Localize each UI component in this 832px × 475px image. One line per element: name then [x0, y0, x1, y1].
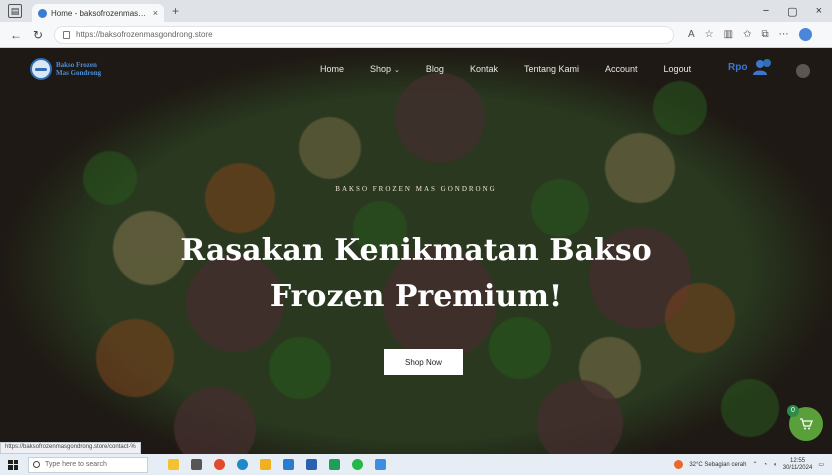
- notifications-icon[interactable]: ▭: [818, 461, 824, 468]
- system-tray: 32°C Sebagian cerah ⌃ ◔ ◖ 12:55 30/11/20…: [674, 458, 824, 472]
- hero-headline-line2: Frozen Premium!: [269, 279, 563, 314]
- app-icon[interactable]: [283, 459, 294, 470]
- status-bar-url: https://baksofrozenmasgondrong.store/con…: [0, 442, 141, 454]
- volume-icon[interactable]: ◖: [773, 462, 777, 468]
- hero-eyebrow: BAKSO FROZEN MAS GONDRONG: [335, 185, 497, 193]
- favorite-star-icon[interactable]: ☆: [705, 29, 714, 40]
- menu-item-kontak[interactable]: Kontak: [470, 64, 498, 74]
- browser-tab-strip: ▤ Home - baksofrozenmasgondrong × + − ▢ …: [0, 0, 832, 22]
- weather-icon: [674, 460, 684, 469]
- menu-item-account[interactable]: Account: [605, 64, 638, 74]
- menu-item-shop-label: Shop: [370, 64, 392, 74]
- task-view-icon[interactable]: [191, 459, 202, 470]
- whatsapp-icon[interactable]: [352, 459, 363, 470]
- logo-line1: Bakso Frozen: [56, 61, 97, 69]
- favorites-icon[interactable]: ✩: [743, 29, 751, 40]
- user-name[interactable]: Rpo: [728, 62, 747, 73]
- logo-mark-icon: [30, 58, 52, 80]
- cart-count-badge: 0: [787, 405, 799, 417]
- file-explorer-icon[interactable]: [260, 459, 271, 470]
- floating-cart-button[interactable]: 0: [787, 405, 823, 441]
- logo-line2: Mas Gondrong: [56, 69, 102, 77]
- collections-icon[interactable]: ⧉: [761, 29, 768, 40]
- tab-close-icon[interactable]: ×: [153, 8, 158, 18]
- taskbar-search-placeholder: Type here to search: [45, 461, 107, 468]
- url-text: https://baksofrozenmasgondrong.store: [76, 30, 213, 39]
- menu-item-home[interactable]: Home: [320, 64, 344, 74]
- split-screen-icon[interactable]: ▥: [724, 29, 733, 40]
- app-icon[interactable]: [375, 459, 386, 470]
- menu-item-tentang-kami[interactable]: Tentang Kami: [524, 64, 579, 74]
- clock-time: 12:55: [790, 457, 806, 464]
- menu-item-shop[interactable]: Shop ⌄: [370, 64, 400, 74]
- close-window-button[interactable]: ×: [816, 5, 822, 18]
- main-menu: Home Shop ⌄ Blog Kontak Tentang Kami Acco…: [320, 48, 717, 90]
- browser-tab[interactable]: Home - baksofrozenmasgondrong ×: [32, 4, 164, 22]
- new-tab-button[interactable]: +: [172, 4, 179, 18]
- web-page: Bakso Frozen Mas Gondrong Home Shop ⌄ Blo…: [0, 48, 832, 454]
- lock-icon: [63, 30, 70, 39]
- mail-icon[interactable]: [306, 459, 317, 470]
- app-icon[interactable]: [214, 459, 225, 470]
- app-icon[interactable]: [329, 459, 340, 470]
- read-aloud-icon[interactable]: A: [688, 29, 695, 40]
- shop-now-button[interactable]: Shop Now: [384, 349, 463, 375]
- menu-item-blog[interactable]: Blog: [426, 64, 444, 74]
- network-icon[interactable]: ◔: [763, 462, 767, 468]
- chevron-down-icon: ⌄: [394, 67, 400, 74]
- tray-chevron-icon[interactable]: ⌃: [752, 461, 757, 468]
- hero-headline-line1: Rasakan Kenikmatan Bakso: [180, 233, 652, 268]
- profile-avatar-icon[interactable]: [798, 28, 812, 41]
- user-account-icon[interactable]: [752, 58, 772, 76]
- clock-date: 30/11/2024: [782, 464, 813, 471]
- site-logo[interactable]: Bakso Frozen Mas Gondrong: [30, 58, 101, 80]
- header-avatar-icon[interactable]: [796, 64, 810, 78]
- back-icon[interactable]: ←: [10, 28, 22, 42]
- taskbar-search-input[interactable]: Type here to search: [28, 456, 148, 473]
- refresh-icon[interactable]: ↻: [32, 28, 44, 42]
- search-icon: [33, 461, 40, 468]
- maximize-button[interactable]: ▢: [787, 5, 797, 18]
- minimize-button[interactable]: −: [763, 5, 769, 18]
- hero-headline: Rasakan Kenikmatan Bakso Frozen Premium!: [0, 228, 832, 320]
- tab-title: Home - baksofrozenmasgondrong: [51, 8, 149, 18]
- favicon-icon: [38, 8, 47, 18]
- more-options-icon[interactable]: ⋯: [779, 29, 789, 40]
- site-header: Bakso Frozen Mas Gondrong Home Shop ⌄ Blo…: [0, 48, 832, 90]
- edge-browser-icon[interactable]: [237, 459, 248, 470]
- menu-item-logout[interactable]: Logout: [664, 64, 692, 74]
- address-bar: ← ↻ https://baksofrozenmasgondrong.store…: [0, 22, 832, 48]
- cart-icon: [800, 418, 813, 430]
- taskbar: Type here to search 32°C Sebagian cerah …: [0, 454, 832, 475]
- window-menu-icon[interactable]: ▤: [8, 4, 22, 18]
- weather-text[interactable]: 32°C Sebagian cerah: [689, 462, 746, 468]
- url-input[interactable]: https://baksofrozenmasgondrong.store: [54, 25, 674, 44]
- clock[interactable]: 12:55 30/11/2024: [783, 458, 813, 472]
- news-widget-icon[interactable]: [168, 459, 179, 470]
- start-button[interactable]: [8, 459, 18, 470]
